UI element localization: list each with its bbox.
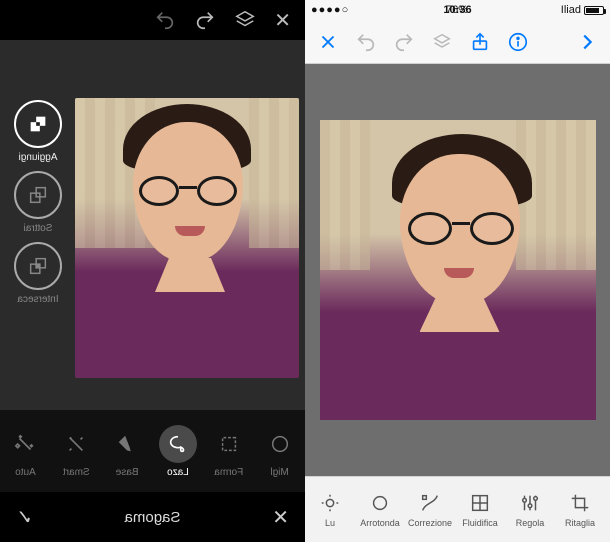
selection-subtract-button[interactable] [14,171,62,219]
photo-left[interactable] [75,98,299,378]
status-time: 10:36 [443,4,471,16]
carrier-label: Iliad [561,4,581,16]
tool-brush[interactable]: Base [102,425,153,478]
selection-mode-rail: Aggiungi Sottrai Interseca [6,100,70,305]
undo-icon[interactable] [355,31,377,53]
tool-label: Forma [214,467,243,478]
selection-add-button[interactable] [14,100,62,148]
signal-icon: ●●●●○ [311,4,349,16]
redo-icon[interactable] [154,9,176,31]
tool-adjust[interactable]: Regola [505,492,555,528]
left-canvas[interactable]: Aggiungi Sottrai Interseca [0,102,305,410]
selection-intersect-label: Interseca [17,294,58,305]
right-editor-panel: ●●●●○ 76% 10:36 Iliad Lu Arrotonda Corre… [305,0,610,542]
tool-liquify[interactable]: Fluidifica [455,492,505,528]
share-icon[interactable] [469,31,491,53]
right-canvas[interactable] [305,64,610,476]
tool-label: Base [116,467,139,478]
tool-label: Migl [270,467,288,478]
undo-icon[interactable] [194,9,216,31]
tool-round[interactable]: Arrotonda [355,492,405,528]
confirm-icon[interactable]: ✓ [16,505,33,530]
tool-label: Arrotonda [360,518,400,528]
ios-status-bar: ●●●●○ 76% 10:36 Iliad [305,0,610,20]
left-topbar: ✕ [0,0,305,40]
layers-icon[interactable] [431,31,453,53]
tool-shape[interactable]: Forma [203,425,254,478]
redo-icon[interactable] [393,31,415,53]
battery-icon [584,6,604,15]
left-spacer [0,40,305,102]
tool-smart[interactable]: Smart [51,425,102,478]
selection-add-label: Aggiungi [19,152,58,163]
close-icon[interactable]: ✕ [274,8,291,33]
right-tool-row: Lu Arrotonda Correzione Fluidifica Regol… [305,476,610,542]
chevron-right-icon[interactable] [576,31,598,53]
tool-label: Lazo [167,467,189,478]
tool-label: Correzione [408,518,452,528]
footer-title: Sagoma [125,509,181,526]
tool-label: Auto [15,467,36,478]
tool-lasso[interactable]: Lazo [153,425,204,478]
battery-group: Iliad [561,4,604,16]
photo-right[interactable] [320,120,596,420]
tool-enhance[interactable]: Migl [254,425,305,478]
left-footer: ✕ Sagoma ✓ [0,492,305,542]
close-icon[interactable] [317,31,339,53]
left-tool-row: Migl Forma Lazo Base Smart Auto [0,410,305,492]
right-topbar [305,20,610,64]
tool-label: Lu [325,518,335,528]
tool-light[interactable]: Lu [305,492,355,528]
layers-icon[interactable] [234,9,256,31]
selection-intersect-button[interactable] [14,242,62,290]
tool-label: Ritaglia [565,518,595,528]
tool-auto[interactable]: Auto [0,425,51,478]
info-icon[interactable] [507,31,529,53]
tool-label: Smart [63,467,90,478]
tool-correction[interactable]: Correzione [405,492,455,528]
cancel-icon[interactable]: ✕ [272,505,289,530]
tool-label: Regola [516,518,545,528]
left-editor-panel: ✕ Aggiungi Sottrai Interseca Mi [0,0,305,542]
tool-label: Fluidifica [462,518,498,528]
tool-crop[interactable]: Ritaglia [555,492,605,528]
selection-subtract-label: Sottrai [24,223,53,234]
